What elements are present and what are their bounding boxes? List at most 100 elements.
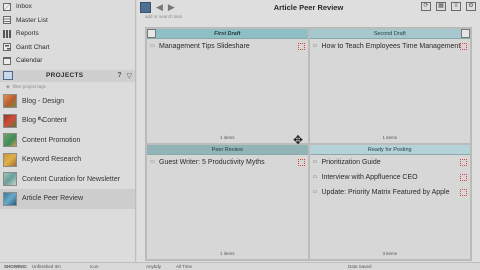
add-task-placeholder: add or search task xyxy=(145,14,183,19)
task-item[interactable]: ▭ Management Tips Slideshare xyxy=(147,39,308,54)
task-title: Interview with Appfluence CEO xyxy=(321,174,418,181)
quadrant-menu-icon[interactable] xyxy=(461,29,470,38)
showing-label: SHOWING: xyxy=(4,264,28,269)
filter-unfinished[interactable]: Unfinished Itm xyxy=(32,264,61,269)
nav-inbox-label: Inbox xyxy=(16,3,32,11)
quadrant-header[interactable]: Ready for Posting xyxy=(309,145,470,155)
quadrant-header[interactable]: Peer Review xyxy=(147,145,308,155)
tag-icon: ◈ xyxy=(6,83,10,90)
task-title: Prioritization Guide xyxy=(321,159,381,166)
project-label: Article Peer Review xyxy=(22,195,84,203)
filter-icon-view[interactable]: Icon xyxy=(90,264,99,269)
project-thumbnail xyxy=(3,191,17,206)
task-notes-icon: ▭ xyxy=(150,43,155,49)
filter-icon[interactable]: ▽ xyxy=(127,72,132,80)
quadrant-peer-review[interactable]: Peer Review ▭ Guest Writer: 5 Productivi… xyxy=(146,144,309,260)
project-thumbnail xyxy=(3,172,17,187)
quadrant-item-count: 1 items xyxy=(219,135,235,140)
project-filter-input[interactable]: ◈ filter project tags xyxy=(0,82,135,92)
quadrant-menu-icon[interactable] xyxy=(147,29,156,38)
nav-reports-label: Reports xyxy=(16,30,39,38)
list-view-icon[interactable]: ≡ xyxy=(451,2,461,11)
help-icon[interactable]: ? xyxy=(117,72,121,79)
mouse-cursor-icon: ↖ xyxy=(37,114,45,124)
task-flag-icon[interactable] xyxy=(460,43,467,50)
nav-inbox[interactable]: Inbox xyxy=(0,0,135,14)
task-flag-icon[interactable] xyxy=(460,159,467,166)
task-flag-icon[interactable] xyxy=(297,159,305,166)
project-item[interactable]: Content Promotion xyxy=(0,131,135,151)
nav-master-list-label: Master List xyxy=(16,16,48,24)
task-title: Management Tips Slideshare xyxy=(159,43,250,50)
project-thumbnail xyxy=(3,94,17,109)
quadrant-title: First Draft xyxy=(214,30,241,37)
add-task-input[interactable]: add or search task xyxy=(137,14,480,22)
project-label: Content Curation for Newsletter xyxy=(22,175,121,183)
quadrant-item-count: 3 items xyxy=(382,251,397,256)
nav-reports[interactable]: Reports xyxy=(0,27,135,41)
main-panel: ◀ ▶ Article Peer Review ⟳ ▦ ≡ ⚙ add or s… xyxy=(137,0,480,262)
task-flag-icon[interactable] xyxy=(460,189,467,196)
task-flag-icon[interactable] xyxy=(297,43,305,50)
toolbar-actions: ⟳ ▦ ≡ ⚙ xyxy=(416,2,476,11)
status-bar: SHOWING: Unfinished Itm Icon Anybdy All … xyxy=(0,262,480,270)
filter-anybody[interactable]: Anybdy xyxy=(146,264,161,269)
task-notes-icon: ▭ xyxy=(312,174,318,180)
projects-header: PROJECTS ? ▽ xyxy=(0,69,135,82)
bar-chart-icon xyxy=(3,29,11,38)
task-title: How to Teach Employees Time Management xyxy=(321,43,461,50)
quadrant-header[interactable]: Second Draft xyxy=(309,29,470,39)
task-item[interactable]: ▭ Guest Writer: 5 Productivity Myths xyxy=(147,155,308,170)
task-item[interactable]: ▭ Prioritization Guide xyxy=(310,155,471,170)
nav-gantt-chart[interactable]: Gantt Chart xyxy=(0,41,135,55)
project-label: Keyword Research xyxy=(22,156,82,164)
task-title: Guest Writer: 5 Productivity Myths xyxy=(159,159,265,166)
calendar-icon xyxy=(3,56,11,65)
quadrant-resize-handle-icon[interactable]: ✥ xyxy=(291,133,305,147)
sidebar: Inbox Master List Reports Gantt Chart Ca… xyxy=(0,0,136,262)
quadrant-header[interactable]: First Draft xyxy=(147,29,308,39)
quadrant-second-draft[interactable]: Second Draft ▭ How to Teach Employees Ti… xyxy=(308,28,471,144)
gantt-icon xyxy=(3,43,11,52)
task-notes-icon: ▭ xyxy=(312,159,318,165)
nav-master-list[interactable]: Master List xyxy=(0,14,135,28)
toolbar: ◀ ▶ Article Peer Review ⟳ ▦ ≡ ⚙ xyxy=(137,0,480,14)
priority-matrix: First Draft ▭ Management Tips Slideshare… xyxy=(145,27,472,261)
project-thumbnail xyxy=(3,133,17,148)
project-item[interactable]: Blog - Design xyxy=(0,92,135,112)
project-filter-placeholder: filter project tags xyxy=(12,84,46,89)
grid-view-icon[interactable]: ▦ xyxy=(436,2,446,11)
task-title: Update: Priority Matrix Featured by Appl… xyxy=(321,189,450,196)
quadrant-first-draft[interactable]: First Draft ▭ Management Tips Slideshare… xyxy=(146,28,309,144)
project-thumbnail xyxy=(3,152,17,167)
nav-gantt-chart-label: Gantt Chart xyxy=(16,43,50,51)
project-item-selected[interactable]: Article Peer Review xyxy=(0,189,135,209)
settings-icon[interactable]: ⚙ xyxy=(466,2,476,11)
task-notes-icon: ▭ xyxy=(312,189,318,195)
task-notes-icon: ▭ xyxy=(312,43,318,49)
task-item[interactable]: ▭ How to Teach Employees Time Management xyxy=(310,39,471,54)
quadrant-title: Second Draft xyxy=(373,30,406,37)
projects-title: PROJECTS xyxy=(45,72,84,79)
project-thumbnail xyxy=(3,113,17,128)
filter-all-time[interactable]: All Time xyxy=(176,264,192,269)
project-item[interactable]: Blog - Content ↖ xyxy=(0,111,135,131)
projects-logo-icon xyxy=(3,71,13,80)
save-status: Data Saved xyxy=(348,264,372,269)
nav-calendar-label: Calendar xyxy=(16,57,43,65)
quadrant-ready-for-posting[interactable]: Ready for Posting ▭ Prioritization Guide… xyxy=(308,144,471,260)
envelope-icon xyxy=(3,2,11,11)
sync-icon[interactable]: ⟳ xyxy=(421,2,431,11)
nav-calendar[interactable]: Calendar xyxy=(0,54,135,68)
project-label: Content Promotion xyxy=(22,136,81,144)
task-notes-icon: ▭ xyxy=(150,159,155,165)
project-label: Blog - Design xyxy=(22,97,65,105)
quadrant-title: Ready for Posting xyxy=(367,146,412,153)
quadrant-item-count: 1 items xyxy=(382,135,397,140)
list-icon xyxy=(3,16,11,25)
task-item[interactable]: ▭ Update: Priority Matrix Featured by Ap… xyxy=(310,185,471,200)
project-item[interactable]: Content Curation for Newsletter xyxy=(0,170,135,190)
project-item[interactable]: Keyword Research xyxy=(0,150,135,170)
task-item[interactable]: ▭ Interview with Appfluence CEO xyxy=(310,170,471,185)
task-flag-icon[interactable] xyxy=(460,174,467,181)
